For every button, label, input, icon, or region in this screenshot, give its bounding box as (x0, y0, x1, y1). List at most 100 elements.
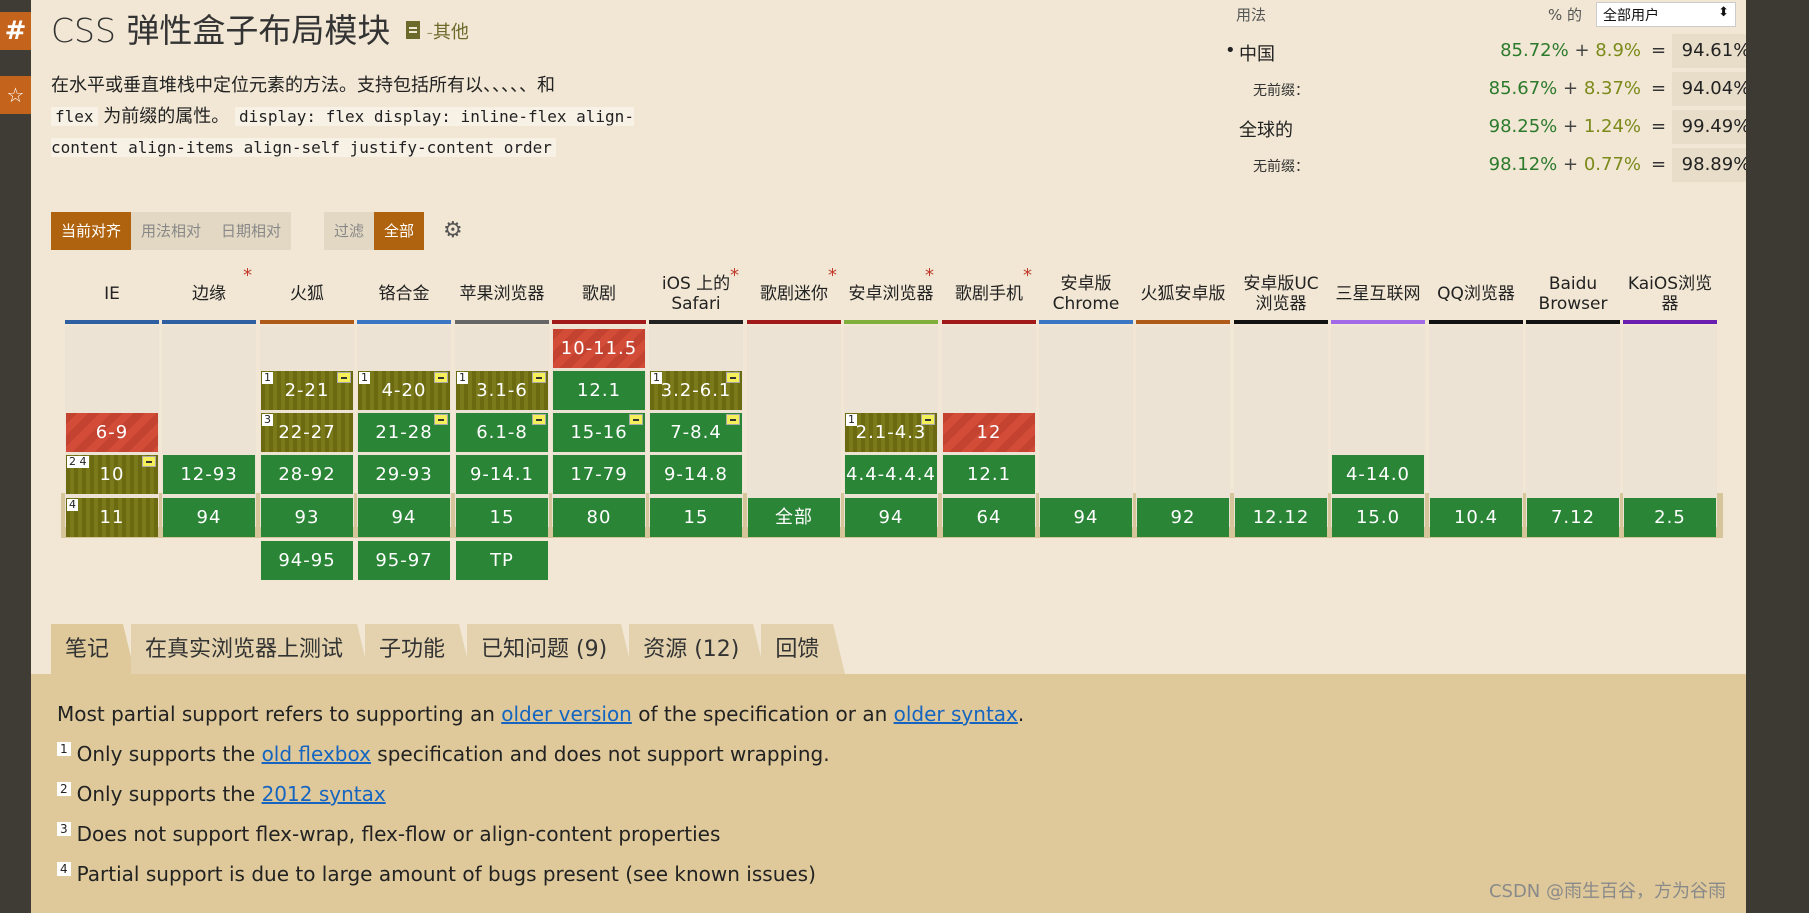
prefix-note-star: * (1023, 265, 1032, 286)
support-cell[interactable]: 12-93 (163, 455, 255, 494)
support-cell[interactable]: 12.1 (553, 371, 645, 410)
version-range: 94 (196, 507, 222, 528)
support-cell[interactable]: 15-16 (553, 413, 645, 452)
support-cell[interactable]: 28-92 (261, 455, 353, 494)
support-cell[interactable]: 10.4 (1430, 498, 1522, 537)
usage-bullet: • (1225, 40, 1236, 61)
document-icon[interactable] (406, 21, 421, 39)
support-cell[interactable]: 93 (261, 498, 353, 537)
support-cell[interactable]: 3.1-6 1 (456, 371, 548, 410)
view-date-relative-button[interactable]: 日期相对 (211, 212, 292, 250)
support-cell[interactable]: 3.2-6.1 1 (650, 371, 742, 410)
support-cell[interactable]: 11 4 (66, 498, 158, 537)
usage-partial: 8.9% (1595, 40, 1641, 61)
support-cell[interactable]: 12.1 (943, 455, 1035, 494)
prefix-flag-icon (921, 414, 935, 425)
version-range: 6-9 (95, 422, 129, 443)
browser-color-bar (65, 320, 159, 324)
support-cell[interactable]: 4-20 1 (358, 371, 450, 410)
support-cell[interactable]: 2-21 1 (261, 371, 353, 410)
tab-known-issues[interactable]: 已知问题 (9) (467, 624, 634, 674)
tab-feedback[interactable]: 回馈 (761, 624, 846, 674)
old-flexbox-link[interactable]: old flexbox (262, 742, 371, 766)
browser-name: IE (104, 284, 120, 304)
usage-row-label[interactable]: 中国 (1239, 40, 1275, 66)
support-cell[interactable]: 95-97 (358, 541, 450, 580)
support-cell[interactable]: 2.5 (1624, 498, 1716, 537)
support-cell[interactable]: 12 (943, 413, 1035, 452)
filter-button[interactable]: 过滤 (324, 212, 375, 250)
support-cell[interactable]: 94 (845, 498, 937, 537)
prefix-flag-icon (434, 372, 448, 383)
support-cell[interactable]: 15.0 (1332, 498, 1424, 537)
older-version-link[interactable]: older version (501, 702, 632, 726)
2012-syntax-link[interactable]: 2012 syntax (262, 782, 386, 806)
support-cell[interactable]: 9-14.8 (650, 455, 742, 494)
usage-values: 85.72% + 8.9% (1500, 40, 1641, 61)
view-current-aligned-button[interactable]: 当前对齐 (51, 212, 132, 250)
support-cell[interactable]: 64 (943, 498, 1035, 537)
tab-notes[interactable]: 笔记 (51, 624, 136, 674)
support-cell[interactable]: 94 (163, 498, 255, 537)
support-cell[interactable]: 29-93 (358, 455, 450, 494)
support-cell[interactable]: 7.12 (1527, 498, 1619, 537)
support-cell[interactable]: 17-79 (553, 455, 645, 494)
support-cell[interactable]: 4.4-4.4.4 (845, 455, 937, 494)
support-cell[interactable]: 10 2 4 (66, 455, 158, 494)
support-cell[interactable]: 全部 (748, 498, 840, 537)
support-cell[interactable]: 6-9 (66, 413, 158, 452)
note-ref: 1 (651, 371, 662, 384)
filter-group: 过滤 全部 (324, 212, 425, 250)
browser-column-bg (747, 326, 841, 527)
version-range: 10 (99, 464, 125, 485)
view-usage-relative-button[interactable]: 用法相对 (131, 212, 212, 250)
support-cell[interactable]: 92 (1137, 498, 1229, 537)
prefix-flag-icon (726, 414, 740, 425)
watermark: CSDN @雨生百谷，方为谷雨 (1488, 881, 1726, 902)
support-cell[interactable]: 6.1-8 (456, 413, 548, 452)
support-cell[interactable]: TP (456, 541, 548, 580)
browser-color-bar (357, 320, 451, 324)
browser-header: IE (65, 268, 159, 320)
support-cell[interactable]: 21-28 (358, 413, 450, 452)
support-cell[interactable]: 94 (1040, 498, 1132, 537)
support-cell[interactable]: 12.12 (1235, 498, 1327, 537)
support-cell[interactable]: 7-8.4 (650, 413, 742, 452)
support-cell[interactable]: 94 (358, 498, 450, 537)
star-icon[interactable]: ☆ (0, 76, 31, 114)
support-cell[interactable]: 10-11.5 (553, 329, 645, 368)
usage-user-select[interactable]: 全部用户 (1596, 2, 1736, 27)
browser-color-bar (1039, 320, 1133, 324)
browser-header: 火狐安卓版 (1136, 268, 1230, 320)
support-cell[interactable]: 2.1-4.3 1 (845, 413, 937, 452)
support-cell[interactable]: 80 (553, 498, 645, 537)
version-range: 12.1 (576, 380, 622, 401)
browser-color-bar (162, 320, 256, 324)
browser-header: 歌剧 (552, 268, 646, 320)
hash-link-button[interactable]: # (0, 12, 31, 50)
browser-color-bar (552, 320, 646, 324)
tab-resources[interactable]: 资源 (12) (629, 624, 766, 674)
browser-header: KaiOS浏览器 (1623, 268, 1717, 320)
support-cell[interactable]: 94-95 (261, 541, 353, 580)
browser-header: 安卓版UC 浏览器 (1234, 268, 1328, 320)
note-ref: 1 (359, 371, 370, 384)
version-range: 12-93 (180, 464, 238, 485)
tab-test-on-real-browsers[interactable]: 在真实浏览器上测试 (131, 624, 370, 674)
gear-icon[interactable]: ⚙ (443, 218, 463, 243)
older-syntax-link[interactable]: older syntax (894, 702, 1018, 726)
browser-name: 安卓版 Chrome (1052, 274, 1120, 314)
support-cell[interactable]: 15 (650, 498, 742, 537)
support-cell[interactable]: 9-14.1 (456, 455, 548, 494)
version-range: 12.12 (1252, 507, 1310, 528)
notes-panel: Most partial support refers to supportin… (31, 674, 1746, 913)
tab-sub-features[interactable]: 子功能 (365, 624, 472, 674)
support-cell[interactable]: 15 (456, 498, 548, 537)
filter-all-button[interactable]: 全部 (374, 212, 425, 250)
support-cell[interactable]: 4-14.0 (1332, 455, 1424, 494)
version-range: 17-79 (570, 464, 628, 485)
browser-column-bg (1234, 326, 1328, 527)
spec-status-link[interactable]: -其他 (426, 18, 469, 44)
support-cell[interactable]: 22-27 3 (261, 413, 353, 452)
browser-column-bg (1331, 326, 1425, 527)
